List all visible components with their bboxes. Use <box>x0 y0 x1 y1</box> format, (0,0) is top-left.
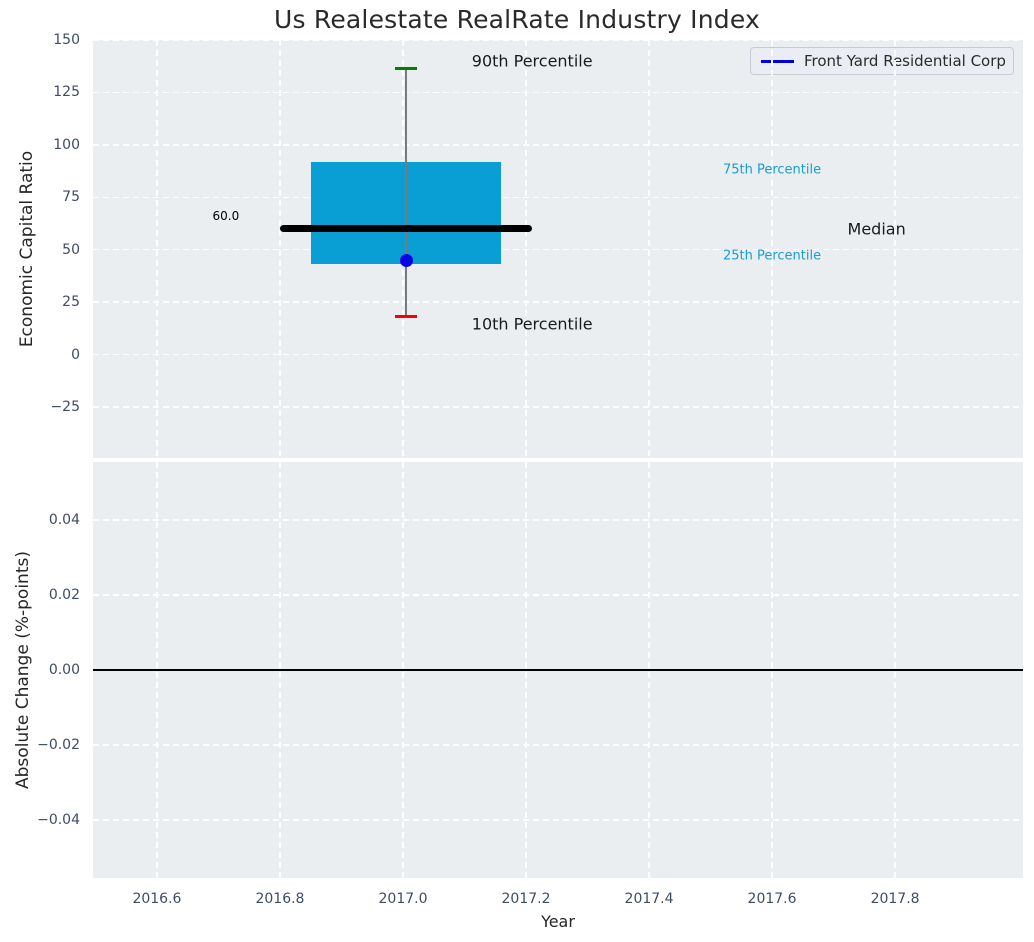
x-tick-label: 2017.8 <box>870 891 920 907</box>
x-axis-label: Year <box>541 912 575 931</box>
median-line <box>279 225 533 233</box>
gridline <box>93 353 1023 356</box>
y-tick-label: 0.04 <box>48 512 80 529</box>
x-tick-label: 2017.2 <box>501 891 551 907</box>
gridline <box>93 406 1023 408</box>
y-tick-label: 75 <box>62 189 80 206</box>
company-value-dot <box>399 253 413 267</box>
x-tick-label: 2017.6 <box>747 891 797 907</box>
annotation-label: 75th Percentile <box>722 162 822 178</box>
legend-line-icon <box>761 59 794 63</box>
gridline <box>93 594 1023 596</box>
annotation-label: 90th Percentile <box>471 51 593 71</box>
annotation-label: 25th Percentile <box>722 248 822 264</box>
x-tick-label: 2017.4 <box>624 891 674 907</box>
p10-cap <box>395 314 418 318</box>
y-tick-label: 25 <box>62 294 80 311</box>
chart-title: Us Realestate RealRate Industry Index <box>274 5 760 34</box>
annotation-label: Median <box>847 219 906 239</box>
p90-cap <box>395 67 418 71</box>
annotation-label: 60.0 <box>212 209 240 224</box>
y-tick-label: 150 <box>53 32 80 48</box>
annotation-label: 10th Percentile <box>471 314 593 334</box>
zero-line <box>93 669 1023 671</box>
y-tick-label: 0.00 <box>48 662 80 678</box>
gridline <box>93 144 1023 146</box>
figure: Us Realestate RealRate Industry Index Ec… <box>0 0 1034 942</box>
gridline <box>93 301 1023 303</box>
y-tick-label: −0.02 <box>37 736 80 753</box>
gridline <box>93 248 1023 251</box>
y-tick-label: −0.04 <box>37 811 80 828</box>
y-tick-label: 125 <box>53 84 80 101</box>
y-tick-label: 100 <box>53 136 80 153</box>
gridline <box>93 91 1023 94</box>
x-tick-label: 2016.6 <box>132 891 182 907</box>
y-tick-label: 50 <box>62 241 80 258</box>
y-tick-label: −25 <box>50 399 80 416</box>
x-tick-label: 2016.8 <box>255 891 305 907</box>
legend: Front Yard Residential Corp <box>750 47 1014 75</box>
whisker-line <box>405 68 407 316</box>
legend-label: Front Yard Residential Corp <box>804 52 1006 70</box>
gridline <box>93 519 1023 521</box>
gridline <box>93 744 1023 746</box>
x-tick-label: 2017.0 <box>378 891 428 907</box>
y-tick-label: 0 <box>71 346 80 363</box>
y-tick-label: 0.02 <box>48 587 80 604</box>
gridline <box>93 39 1023 41</box>
gridline <box>93 819 1023 821</box>
gridline <box>93 196 1023 199</box>
